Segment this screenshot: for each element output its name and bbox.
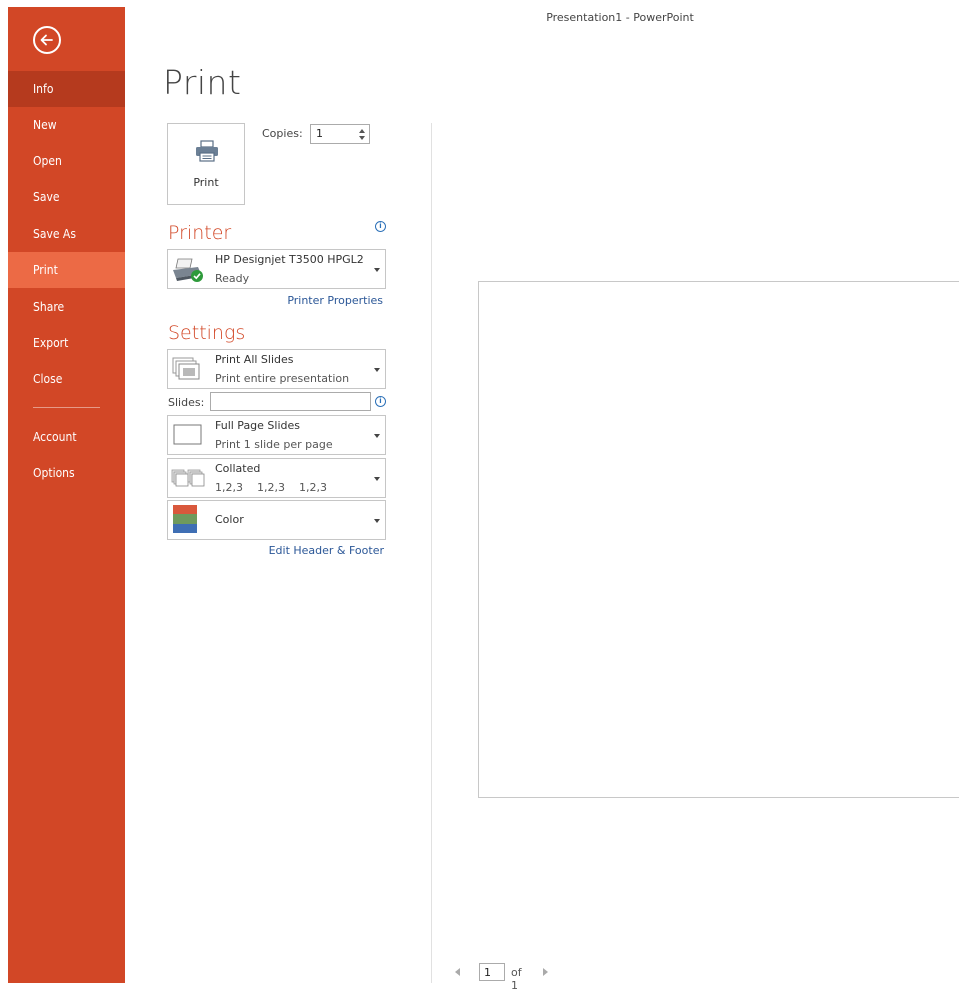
- slides-label: Slides:: [168, 396, 205, 409]
- spin-down-icon[interactable]: [359, 136, 365, 140]
- copies-label: Copies:: [262, 127, 303, 140]
- print-range-dropdown[interactable]: Print All Slides Print entire presentati…: [167, 349, 386, 389]
- previous-page-icon[interactable]: [455, 968, 460, 976]
- sidebar-item-save-as[interactable]: Save As: [8, 216, 125, 252]
- collation-value: Collated: [215, 462, 261, 475]
- collation-dropdown[interactable]: Collated 1,2,3 1,2,3 1,2,3: [167, 458, 386, 498]
- next-page-icon[interactable]: [543, 968, 548, 976]
- printer-info-icon[interactable]: i: [375, 221, 386, 232]
- chevron-down-icon: [374, 368, 380, 372]
- sidebar-item-open[interactable]: Open: [8, 143, 125, 179]
- window-title: Presentation1 - PowerPoint: [546, 11, 694, 24]
- print-button-label: Print: [193, 176, 219, 189]
- printer-dropdown[interactable]: HP Designjet T3500 HPGL2 Ready: [167, 249, 386, 289]
- printer-status: Ready: [215, 272, 250, 285]
- copies-stepper[interactable]: 1: [310, 124, 370, 144]
- sidebar-item-share[interactable]: Share: [8, 289, 125, 325]
- chevron-down-icon: [374, 268, 380, 272]
- sidebar-item-save[interactable]: Save: [8, 179, 125, 215]
- full-page-slide-icon: [173, 424, 202, 445]
- edit-header-footer-link[interactable]: Edit Header & Footer: [243, 544, 384, 557]
- sidebar-item-account[interactable]: Account: [8, 419, 125, 455]
- sidebar-item-new[interactable]: New: [8, 107, 125, 143]
- pane-divider: [431, 123, 432, 983]
- sidebar-item-close[interactable]: Close: [8, 361, 125, 397]
- printer-device-icon: [173, 258, 203, 282]
- color-value: Color: [215, 513, 244, 526]
- color-dropdown[interactable]: Color: [167, 500, 386, 540]
- slides-input[interactable]: [210, 392, 371, 411]
- printer-name: HP Designjet T3500 HPGL2: [215, 253, 364, 266]
- print-preview-page: [478, 281, 959, 798]
- print-range-description: Print entire presentation: [215, 372, 350, 385]
- back-arrow-icon[interactable]: [33, 26, 61, 54]
- chevron-down-icon: [374, 519, 380, 523]
- settings-heading: Settings: [168, 322, 246, 344]
- color-mode-icon: [173, 505, 197, 533]
- chevron-down-icon: [374, 477, 380, 481]
- print-range-value: Print All Slides: [215, 353, 294, 366]
- printer-properties-link[interactable]: Printer Properties: [270, 294, 383, 307]
- sidebar-item-info[interactable]: Info: [8, 71, 125, 107]
- page-number-input[interactable]: [479, 963, 505, 981]
- printer-heading: Printer: [168, 222, 232, 244]
- sidebar-item-options[interactable]: Options: [8, 455, 125, 491]
- backstage-sidebar: Info New Open Save Save As Print Share E…: [8, 7, 125, 983]
- slides-info-icon[interactable]: i: [375, 396, 386, 407]
- chevron-down-icon: [374, 434, 380, 438]
- sidebar-divider: [33, 407, 100, 408]
- all-slides-icon: [172, 357, 200, 380]
- sidebar-item-print[interactable]: Print: [8, 252, 125, 288]
- layout-description: Print 1 slide per page: [215, 438, 333, 451]
- page-title: Print: [163, 63, 242, 102]
- collated-pages-icon: [171, 469, 205, 487]
- spin-up-icon[interactable]: [359, 129, 365, 133]
- printer-icon: [196, 140, 218, 162]
- page-count: of 1: [511, 966, 522, 992]
- copies-value[interactable]: 1: [316, 127, 323, 140]
- sidebar-item-export[interactable]: Export: [8, 325, 125, 361]
- print-button[interactable]: Print: [167, 123, 245, 205]
- collation-description: 1,2,3 1,2,3 1,2,3: [215, 481, 327, 494]
- layout-dropdown[interactable]: Full Page Slides Print 1 slide per page: [167, 415, 386, 455]
- layout-value: Full Page Slides: [215, 419, 301, 432]
